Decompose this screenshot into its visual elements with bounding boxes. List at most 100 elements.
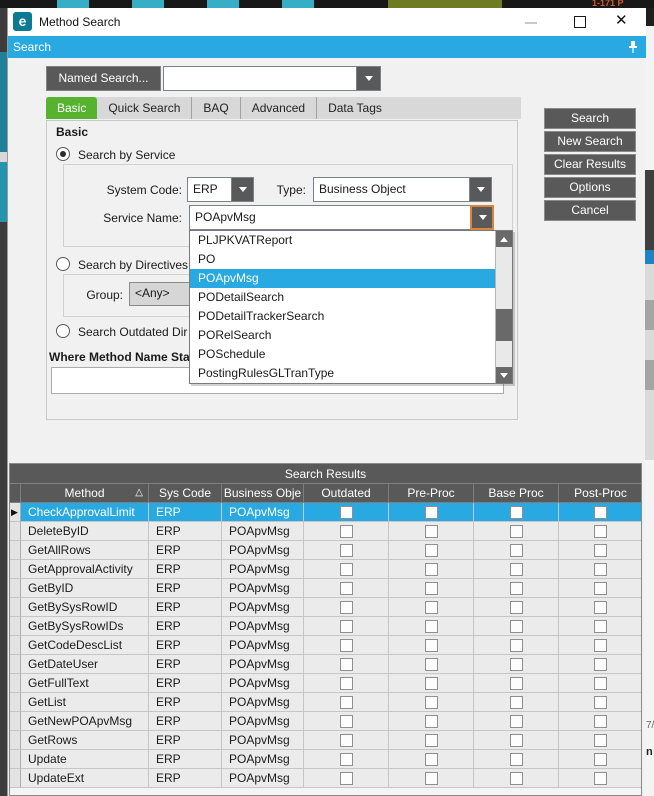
checkbox[interactable]: [424, 657, 438, 671]
table-row[interactable]: GetRows ERP POApvMsg: [10, 731, 641, 750]
row-selector-cell[interactable]: [10, 617, 21, 636]
checkbox[interactable]: [594, 581, 607, 595]
system-code-combo[interactable]: ERP: [187, 177, 254, 202]
checkbox[interactable]: [339, 600, 353, 614]
checkbox[interactable]: [339, 752, 353, 766]
dropdown-item-poschedule[interactable]: POSchedule: [190, 345, 495, 364]
checkbox[interactable]: [339, 638, 353, 652]
checkbox[interactable]: [509, 581, 523, 595]
checkbox[interactable]: [509, 695, 523, 709]
checkbox[interactable]: [424, 581, 438, 595]
table-row[interactable]: DeleteByID ERP POApvMsg: [10, 522, 641, 541]
checkbox[interactable]: [509, 771, 523, 785]
scroll-down-button[interactable]: [496, 367, 512, 383]
radio-search-by-service[interactable]: [56, 147, 70, 161]
checkbox[interactable]: [509, 600, 523, 614]
checkbox[interactable]: [339, 524, 353, 538]
service-name-dropdown-button[interactable]: [470, 205, 494, 230]
radio-search-outdated[interactable]: [56, 324, 70, 338]
checkbox[interactable]: [594, 524, 607, 538]
checkbox[interactable]: [594, 638, 607, 652]
type-combo[interactable]: Business Object: [313, 177, 492, 202]
checkbox[interactable]: [339, 505, 353, 519]
row-selector-cell[interactable]: [10, 579, 21, 598]
checkbox[interactable]: [594, 676, 607, 690]
dropdown-item-po[interactable]: PO: [190, 250, 495, 269]
checkbox[interactable]: [424, 733, 438, 747]
checkbox[interactable]: [509, 524, 523, 538]
row-selector-cell[interactable]: [10, 693, 21, 712]
checkbox[interactable]: [594, 619, 607, 633]
checkbox[interactable]: [594, 600, 607, 614]
cancel-button[interactable]: Cancel: [544, 200, 636, 221]
checkbox[interactable]: [339, 543, 353, 557]
checkbox[interactable]: [509, 733, 523, 747]
table-row[interactable]: GetBySysRowID ERP POApvMsg: [10, 598, 641, 617]
row-selector-cell[interactable]: [10, 522, 21, 541]
checkbox[interactable]: [424, 562, 438, 576]
checkbox[interactable]: [424, 505, 438, 519]
checkbox[interactable]: [339, 657, 353, 671]
tab-basic[interactable]: Basic: [46, 97, 98, 119]
checkbox[interactable]: [509, 676, 523, 690]
checkbox[interactable]: [424, 752, 438, 766]
column-header-pre-proc[interactable]: Pre-Proc: [389, 484, 474, 503]
system-code-dropdown-button[interactable]: [231, 178, 253, 201]
maximize-button[interactable]: [574, 16, 586, 28]
row-selector-cell[interactable]: [10, 655, 21, 674]
table-row[interactable]: GetDateUser ERP POApvMsg: [10, 655, 641, 674]
checkbox[interactable]: [424, 524, 438, 538]
checkbox[interactable]: [424, 695, 438, 709]
checkbox[interactable]: [339, 562, 353, 576]
checkbox[interactable]: [339, 581, 353, 595]
checkbox[interactable]: [424, 676, 438, 690]
checkbox[interactable]: [424, 771, 438, 785]
checkbox[interactable]: [509, 562, 523, 576]
table-row[interactable]: Update ERP POApvMsg: [10, 750, 641, 769]
column-header-base-proc[interactable]: Base Proc: [474, 484, 559, 503]
table-row[interactable]: GetFullText ERP POApvMsg: [10, 674, 641, 693]
new-search-button[interactable]: New Search: [544, 131, 636, 152]
dropdown-item-poapvmsg[interactable]: POApvMsg: [190, 269, 495, 288]
checkbox[interactable]: [424, 638, 438, 652]
table-row[interactable]: GetAllRows ERP POApvMsg: [10, 541, 641, 560]
checkbox[interactable]: [509, 714, 523, 728]
tab-baq[interactable]: BAQ: [191, 97, 239, 119]
table-row[interactable]: UpdateExt ERP POApvMsg: [10, 769, 641, 788]
checkbox[interactable]: [509, 638, 523, 652]
dropdown-item-porelsearch[interactable]: PORelSearch: [190, 326, 495, 345]
search-button[interactable]: Search: [544, 108, 636, 129]
checkbox[interactable]: [339, 619, 353, 633]
checkbox[interactable]: [594, 543, 607, 557]
close-button[interactable]: ✕: [615, 12, 628, 30]
checkbox[interactable]: [594, 695, 607, 709]
row-selector-cell[interactable]: [10, 598, 21, 617]
dropdown-item-postingrulesgltrantype[interactable]: PostingRulesGLTranType: [190, 364, 495, 383]
checkbox[interactable]: [509, 505, 523, 519]
dropdown-scrollbar[interactable]: [495, 231, 512, 383]
table-row[interactable]: GetCodeDescList ERP POApvMsg: [10, 636, 641, 655]
column-header-sys-code[interactable]: Sys Code: [149, 484, 222, 503]
row-selector-cell[interactable]: [10, 541, 21, 560]
tab-data-tags[interactable]: Data Tags: [316, 97, 393, 119]
dropdown-item-pljpkvatreport[interactable]: PLJPKVATReport: [190, 231, 495, 250]
checkbox[interactable]: [594, 733, 607, 747]
column-header-business-obje[interactable]: Business Obje: [222, 484, 304, 503]
checkbox[interactable]: [509, 752, 523, 766]
checkbox[interactable]: [339, 676, 353, 690]
table-row[interactable]: GetApprovalActivity ERP POApvMsg: [10, 560, 641, 579]
checkbox[interactable]: [339, 695, 353, 709]
checkbox[interactable]: [509, 543, 523, 557]
checkbox[interactable]: [339, 714, 353, 728]
checkbox[interactable]: [594, 562, 607, 576]
named-search-combo[interactable]: [163, 66, 381, 91]
dropdown-item-podetailtrackersearch[interactable]: PODetailTrackerSearch: [190, 307, 495, 326]
table-row[interactable]: GetNewPOApvMsg ERP POApvMsg: [10, 712, 641, 731]
table-row[interactable]: GetBySysRowIDs ERP POApvMsg: [10, 617, 641, 636]
checkbox[interactable]: [424, 543, 438, 557]
row-selector-cell[interactable]: [10, 560, 21, 579]
checkbox[interactable]: [339, 771, 353, 785]
checkbox[interactable]: [509, 657, 523, 671]
tab-quick-search[interactable]: Quick Search: [97, 97, 191, 119]
tab-advanced[interactable]: Advanced: [239, 97, 316, 119]
